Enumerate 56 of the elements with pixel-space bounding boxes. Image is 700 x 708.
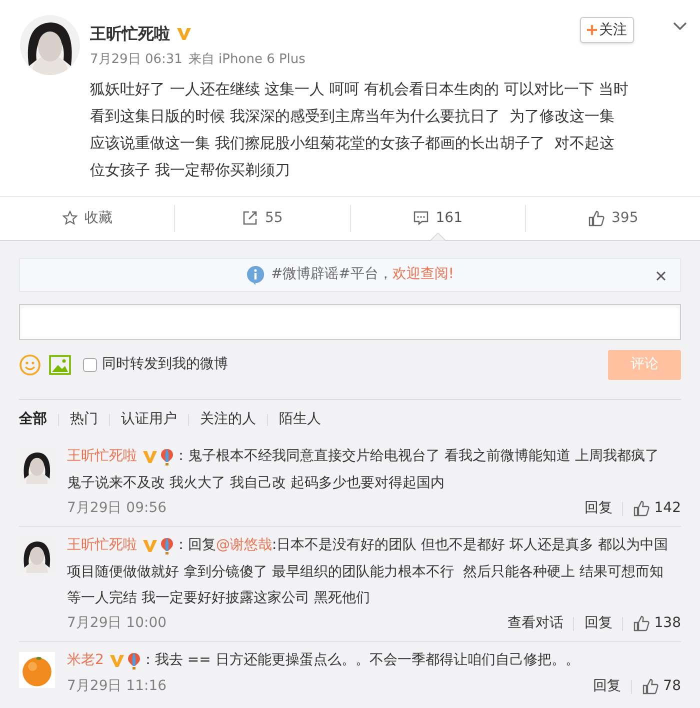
comment-time: 7月29日 10:00 — [67, 614, 167, 633]
comment-time: 7月29日 09:56 — [67, 499, 167, 518]
share-icon — [242, 210, 258, 226]
repost-checkbox[interactable] — [83, 358, 97, 372]
reply-link[interactable]: 回复 — [593, 676, 622, 697]
post-source: 来自 iPhone 6 Plus — [188, 51, 306, 69]
dropdown-caret-icon — [673, 22, 687, 31]
comment-button[interactable]: 161 — [412, 208, 462, 228]
thumbs-up-icon — [642, 678, 660, 695]
thumbs-up-icon — [633, 500, 650, 517]
image-icon — [49, 354, 71, 374]
like-button[interactable]: 78 — [642, 676, 681, 697]
verified-icon — [142, 538, 158, 552]
filter-tab[interactable]: 认证用户 — [121, 409, 177, 430]
comment-text: 项目随便做做就好 拿到分镜傻了 最早组织的团队能力根本不行 然后只能各种硬上 结果可想而知 — [67, 562, 664, 582]
star-icon — [62, 210, 78, 226]
thumbs-up-icon — [588, 210, 604, 226]
comment-text: ：我去 == 日方还能更操蛋点么。。不会一季都得让咱们自己修把。。 — [140, 651, 580, 670]
follow-button[interactable]: 关注 — [580, 17, 634, 43]
comment-text: ：回复@谢悠哉:日本不是没有好的团队 但也不是都好 坏人还是真多 都以为中国 — [174, 536, 668, 555]
comment-time: 7月29日 11:16 — [67, 677, 167, 696]
thumbs-up-icon — [633, 615, 650, 632]
post-text-line: 看到这集日版的时候 我深深的感受到主席当年为什么要抗日了 为了修改这一集 — [90, 106, 616, 126]
emoji-icon — [19, 354, 41, 376]
repost-label: 同时转发到我的微博 — [102, 355, 228, 374]
balloon-icon — [160, 536, 174, 554]
post-time[interactable]: 7月29日 06:31 — [90, 50, 182, 70]
balloon-icon — [160, 448, 174, 466]
post-text-line: 狐妖吐好了 一人还在继续 这集一人 呵呵 有机会看日本生肉的 可以对比一下 当时 — [90, 78, 630, 100]
verified-icon — [142, 450, 158, 464]
filter-tab[interactable]: 关注的人 — [200, 409, 256, 430]
author-name[interactable]: 王昕忙死啦 — [90, 22, 170, 46]
reply-link[interactable]: 回复 — [584, 613, 612, 634]
comment-input[interactable] — [19, 304, 681, 340]
comment-text: ：鬼子根本不经我同意直接交片给电视台了 看我之前微博能知道 上周我都疯了 — [174, 447, 659, 466]
comment-text: 等一人完结 我一定要好好披露这家公司 黑死他们 — [67, 588, 371, 608]
notice-text: #微博辟谣#平台，欢迎查阅! — [270, 265, 454, 284]
filter-tab[interactable]: 全部 — [19, 409, 47, 430]
balloon-icon — [126, 652, 141, 670]
favorite-button[interactable]: 收藏 — [62, 208, 113, 228]
like-button[interactable]: 138 — [633, 613, 681, 634]
comment-icon — [412, 210, 429, 226]
like-button[interactable]: 142 — [633, 498, 681, 519]
comment-text: 鬼子说来不及改 我火大了 我自己改 起码多少也要对得起国内 — [67, 474, 446, 492]
reply-link[interactable]: 回复 — [584, 498, 612, 519]
repost-button[interactable]: 55 — [242, 208, 283, 228]
info-icon — [246, 264, 265, 284]
like-button[interactable]: 395 — [588, 208, 638, 228]
filter-tab[interactable]: 热门 — [70, 409, 98, 430]
verified-icon — [108, 654, 125, 668]
filter-tab[interactable]: 陌生人 — [279, 409, 321, 430]
view-conversation-link[interactable]: 查看对话 — [507, 613, 564, 634]
close-icon — [656, 270, 666, 280]
post-text-line: 位女孩子 我一定帮你买剃须刀 — [90, 160, 291, 180]
post-text-line: 应该说重做这一集 我们擦屁股小组菊花堂的女孩子都画的长出胡子了 对不起这 — [90, 132, 616, 154]
plus-icon — [587, 25, 597, 35]
